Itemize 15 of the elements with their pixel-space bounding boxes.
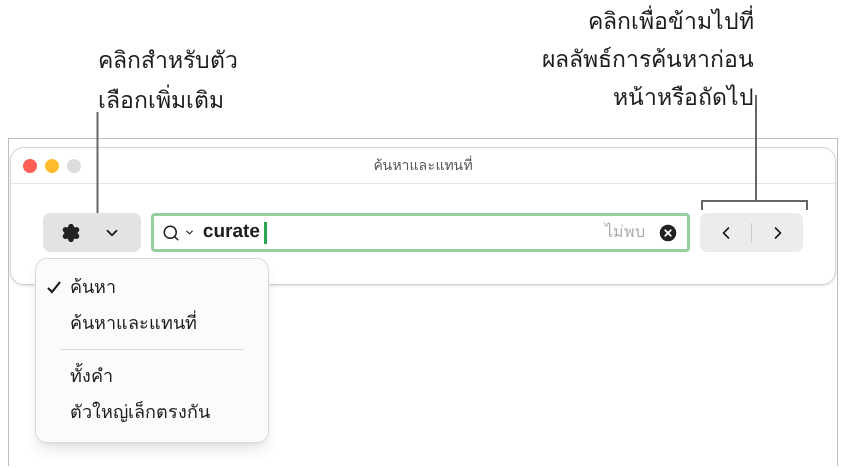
menu-item[interactable]: ค้นหาและแทนที่ xyxy=(36,305,268,341)
callout-text: คลิกสำหรับตัว เลือกเพิ่มเติม xyxy=(98,46,238,115)
menu-item[interactable]: ค้นหา xyxy=(36,269,268,305)
menu-item[interactable]: ทั้งคำ xyxy=(36,358,268,394)
check-icon xyxy=(46,280,62,294)
status-text: ไม่พบ xyxy=(605,222,646,242)
clear-icon[interactable] xyxy=(657,222,680,244)
close-button[interactable] xyxy=(23,158,37,172)
search-field[interactable]: curate ไม่พบ xyxy=(150,213,690,252)
search-icon xyxy=(162,224,180,242)
menu-item[interactable]: ตัวใหญ่เล็กตรงกัน xyxy=(36,394,268,430)
callout-text: คลิกเพื่อข้ามไปที่ ผลลัพธ์การค้นหาก่อน หน้าหรือถัดไป xyxy=(542,2,754,116)
search-value: curate xyxy=(202,220,260,244)
window-title: ค้นหาและแทนที่ xyxy=(374,155,472,175)
options-button[interactable] xyxy=(43,213,141,252)
